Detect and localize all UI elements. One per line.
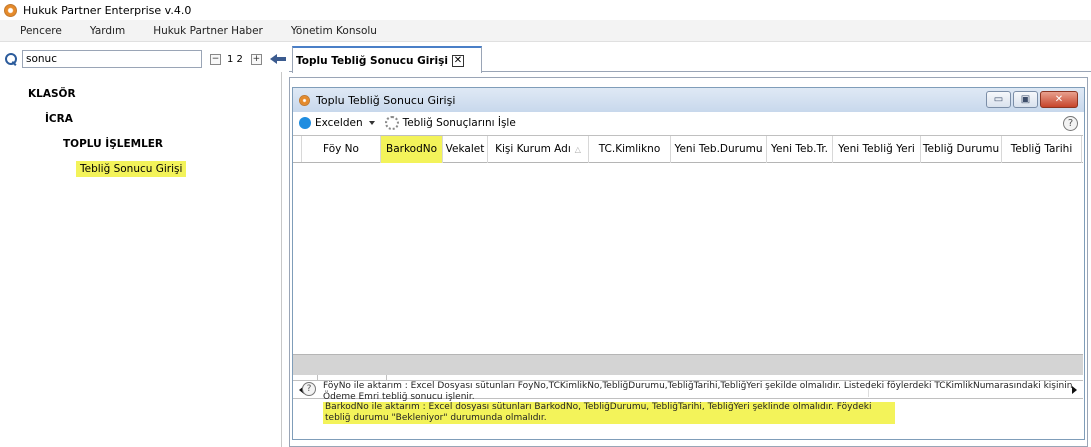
- menu-yardim[interactable]: Yardım: [76, 25, 139, 37]
- navigation-tree: KLASÖR İCRA TOPLU İŞLEMLER Tebliğ Sonucu…: [0, 72, 282, 447]
- process-results-button[interactable]: Tebliğ Sonuçlarını İşle: [403, 117, 516, 129]
- grid-row-indicator: [293, 136, 302, 162]
- tree-node-toplu-islemler[interactable]: TOPLU İŞLEMLER: [63, 138, 163, 150]
- window-toolbar: Excelden Tebliğ Sonuçlarını İşle ?: [293, 113, 1084, 133]
- expand-button[interactable]: +: [250, 53, 262, 65]
- tab-strip: Toplu Tebliğ Sonucu Girişi ✕: [289, 44, 1091, 73]
- col-yeni-teb-tr[interactable]: Yeni Teb.Tr.: [767, 136, 833, 163]
- info-foyno-text: FöyNo ile aktarım : Excel Dosyası sütunl…: [323, 381, 1073, 402]
- minimize-button[interactable]: ▭: [986, 91, 1011, 108]
- search-input[interactable]: [22, 50, 202, 68]
- page-numbers[interactable]: 1 2: [227, 54, 243, 65]
- menu-bar: Pencere Yardım Hukuk Partner Haber Yönet…: [0, 20, 1091, 42]
- child-window: Toplu Tebliğ Sonucu Girişi ▭ ▣ ✕ Excelde…: [292, 87, 1085, 440]
- info-help-icon: ?: [302, 382, 316, 396]
- info-panel: ? FöyNo ile aktarım : Excel Dosyası sütu…: [302, 381, 1077, 437]
- window-app-icon: [299, 94, 310, 106]
- chevron-down-icon[interactable]: [368, 121, 375, 125]
- search-icon[interactable]: [4, 52, 18, 66]
- data-grid: Föy No BarkodNo Vekalet Kişi Kurum Adı △ …: [293, 135, 1083, 399]
- info-barkod-text: BarkodNo ile aktarım : Excel dosyası süt…: [325, 402, 872, 423]
- close-button[interactable]: ✕: [1040, 91, 1078, 108]
- tree-node-klasor[interactable]: KLASÖR: [28, 88, 76, 100]
- window-controls: ▭ ▣ ✕: [986, 91, 1078, 108]
- col-tc-kimlikno[interactable]: TC.Kimlikno: [589, 136, 671, 163]
- app-title-bar: Hukuk Partner Enterprise v.4.0: [0, 0, 1091, 20]
- excel-circle-icon: [299, 117, 311, 129]
- info-barkod-highlight: BarkodNo ile aktarım : Excel dosyası süt…: [323, 402, 895, 424]
- excel-import-button[interactable]: Excelden: [315, 117, 363, 129]
- tree-item-teblig-sonucu[interactable]: Tebliğ Sonucu Girişi: [76, 161, 187, 177]
- window-title: Toplu Tebliğ Sonucu Girişi: [316, 93, 456, 107]
- app-title: Hukuk Partner Enterprise v.4.0: [23, 3, 192, 17]
- maximize-button[interactable]: ▣: [1013, 91, 1038, 108]
- col-yeni-teb-durumu[interactable]: Yeni Teb.Durumu: [671, 136, 767, 163]
- search-strip: − 1 2 +: [0, 46, 288, 72]
- tab-toplu-teblig[interactable]: Toplu Tebliğ Sonucu Girişi ✕: [292, 46, 482, 73]
- grid-header: Föy No BarkodNo Vekalet Kişi Kurum Adı △ …: [293, 136, 1083, 163]
- tab-label: Toplu Tebliğ Sonucu Girişi: [296, 54, 448, 67]
- spinner-icon: [384, 116, 399, 130]
- menu-haber[interactable]: Hukuk Partner Haber: [139, 25, 277, 37]
- col-vekalet[interactable]: Vekalet: [443, 136, 488, 163]
- app-logo-icon: [4, 3, 17, 17]
- window-title-bar: Toplu Tebliğ Sonucu Girişi ▭ ▣ ✕: [293, 88, 1084, 112]
- back-arrow-icon[interactable]: [269, 53, 286, 65]
- col-barkod-no[interactable]: BarkodNo: [381, 136, 443, 163]
- menu-yonetim[interactable]: Yönetim Konsolu: [277, 25, 391, 37]
- col-kisi-kurum-adi[interactable]: Kişi Kurum Adı △: [488, 136, 589, 163]
- col-teblig-durumu[interactable]: Tebliğ Durumu: [921, 136, 1002, 163]
- col-teblig-tarihi[interactable]: Tebliğ Tarihi: [1002, 136, 1082, 163]
- col-foy-no[interactable]: Föy No: [302, 136, 381, 163]
- menu-pencere[interactable]: Pencere: [0, 25, 76, 37]
- help-icon[interactable]: ?: [1063, 116, 1078, 131]
- sort-icon: △: [574, 145, 581, 154]
- collapse-button[interactable]: −: [210, 53, 221, 65]
- col-kisi-kurum-adi-label: Kişi Kurum Adı: [495, 143, 571, 155]
- tree-node-icra[interactable]: İCRA: [45, 113, 73, 125]
- close-icon[interactable]: ✕: [451, 54, 464, 67]
- col-yeni-teblig-yeri[interactable]: Yeni Tebliğ Yeri: [833, 136, 921, 163]
- status-strip: [293, 354, 1083, 375]
